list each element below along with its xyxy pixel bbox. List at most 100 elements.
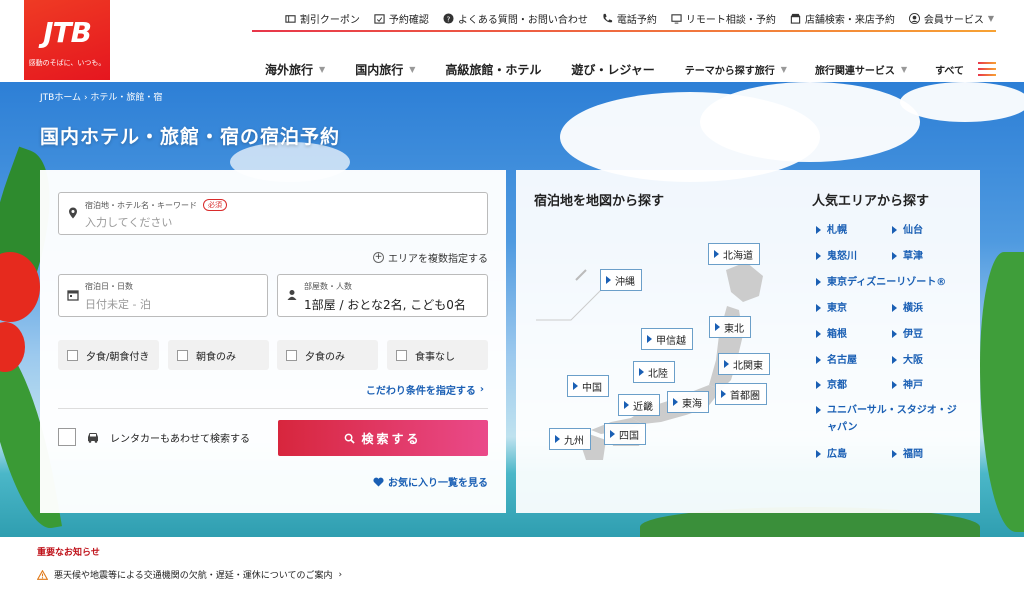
triangle-right-icon bbox=[624, 401, 629, 409]
area-tdr[interactable]: 東京ディズニーリゾート® bbox=[816, 274, 946, 291]
util-phone[interactable]: 電話予約 bbox=[602, 11, 657, 26]
area-izu[interactable]: 伊豆 bbox=[892, 326, 923, 343]
area-osaka[interactable]: 大阪 bbox=[892, 352, 923, 369]
detail-conditions-link[interactable]: こだわり条件を指定する › bbox=[366, 382, 484, 397]
triangle-right-icon bbox=[892, 252, 897, 260]
checkbox[interactable] bbox=[396, 349, 407, 361]
date-field[interactable]: 宿泊日・日数 日付未定 - 泊 bbox=[58, 274, 268, 317]
warning-icon bbox=[37, 569, 48, 580]
region-kinki[interactable]: 近畿 bbox=[618, 394, 660, 416]
util-reservation-check[interactable]: 予約確認 bbox=[374, 11, 429, 26]
destination-field[interactable]: 宿泊地・ホテル名・キーワード 必須 入力してください bbox=[58, 192, 488, 235]
util-member[interactable]: 会員サービス ▼ bbox=[908, 11, 994, 26]
nav-luxury-label: 高級旅館・ホテル bbox=[445, 62, 542, 77]
popular-heading: 人気エリアから探す bbox=[812, 194, 930, 209]
region-koshinetsu[interactable]: 甲信越 bbox=[641, 328, 693, 350]
page-title: 国内ホテル・旅館・宿の宿泊予約 bbox=[40, 126, 341, 148]
multi-area-link[interactable]: + エリアを複数指定する bbox=[373, 250, 488, 265]
meal-option-label: 朝食のみ bbox=[196, 351, 236, 363]
utility-nav: 割引クーポン 予約確認 ? よくある質問・お問い合わせ 電話予約 リモート相談・… bbox=[285, 8, 994, 28]
hamburger-menu-icon bbox=[978, 62, 996, 76]
meal-option-both[interactable]: 夕食/朝食付き bbox=[58, 340, 159, 370]
triangle-right-icon bbox=[892, 330, 897, 338]
checkbox[interactable] bbox=[67, 349, 78, 361]
monitor-icon bbox=[671, 13, 682, 24]
area-kyoto[interactable]: 京都 bbox=[816, 377, 847, 394]
region-hokuriku[interactable]: 北陸 bbox=[633, 361, 675, 383]
search-button[interactable]: 検索する bbox=[278, 420, 488, 456]
region-hokkaido[interactable]: 北海道 bbox=[708, 243, 760, 265]
area-sapporo[interactable]: 札幌 bbox=[816, 222, 847, 239]
checkbox[interactable] bbox=[286, 349, 297, 361]
nav-luxury[interactable]: 高級旅館・ホテル bbox=[445, 61, 541, 78]
notice-item[interactable]: 悪天候や地震等による交通機関の欠航・遅延・運休についてのご案内 › bbox=[37, 568, 342, 581]
nav-leisure[interactable]: 遊び・レジャー bbox=[571, 61, 654, 78]
jtb-logo[interactable]: JTB 感動のそばに、いつも。 bbox=[24, 0, 110, 80]
region-chugoku[interactable]: 中国 bbox=[567, 375, 609, 397]
region-tohoku[interactable]: 東北 bbox=[709, 316, 751, 338]
triangle-right-icon bbox=[816, 278, 821, 286]
triangle-right-icon bbox=[573, 382, 578, 390]
region-label: 九州 bbox=[564, 435, 584, 447]
checkbox[interactable] bbox=[177, 349, 188, 361]
region-shutoken[interactable]: 首都圏 bbox=[715, 383, 767, 405]
area-label: 仙台 bbox=[903, 225, 923, 236]
plus-circle-icon: + bbox=[373, 252, 384, 263]
meal-option-breakfast[interactable]: 朝食のみ bbox=[168, 340, 269, 370]
area-label: ユニバーサル・スタジオ・ジャパン bbox=[827, 405, 957, 433]
triangle-right-icon bbox=[714, 250, 719, 258]
room-guests-field[interactable]: 部屋数・人数 1部屋 / おとな2名, こども0名 bbox=[277, 274, 488, 317]
area-yokohama[interactable]: 横浜 bbox=[892, 300, 923, 317]
triangle-right-icon bbox=[610, 430, 615, 438]
nav-all[interactable]: すべて bbox=[935, 62, 996, 77]
nav-domestic[interactable]: 国内旅行 ▼ bbox=[355, 61, 415, 78]
region-shikoku[interactable]: 四国 bbox=[604, 423, 646, 445]
util-faq[interactable]: ? よくある質問・お問い合わせ bbox=[443, 11, 588, 26]
triangle-right-icon bbox=[816, 406, 821, 414]
favorites-link[interactable]: お気に入り一覧を見る bbox=[373, 474, 488, 489]
area-label: 名古屋 bbox=[827, 355, 857, 366]
meal-option-dinner[interactable]: 夕食のみ bbox=[277, 340, 378, 370]
region-kitakanto[interactable]: 北関東 bbox=[718, 353, 770, 375]
nav-domestic-label: 国内旅行 bbox=[355, 62, 404, 77]
area-sendai[interactable]: 仙台 bbox=[892, 222, 923, 239]
util-faq-label: よくある質問・お問い合わせ bbox=[457, 14, 588, 26]
triangle-right-icon bbox=[892, 356, 897, 364]
breadcrumb-home[interactable]: JTBホーム bbox=[40, 93, 81, 103]
util-remote-label: リモート相談・予約 bbox=[685, 14, 776, 26]
area-kusatsu[interactable]: 草津 bbox=[892, 248, 923, 265]
area-label: 札幌 bbox=[827, 225, 847, 236]
heart-icon bbox=[373, 477, 384, 487]
triangle-right-icon bbox=[892, 226, 897, 234]
phone-icon bbox=[603, 13, 612, 22]
util-coupon[interactable]: 割引クーポン bbox=[285, 11, 360, 26]
rental-car-label: レンタカーもあわせて検索する bbox=[110, 433, 250, 445]
chevron-down-icon: ▼ bbox=[780, 64, 787, 74]
destination-input[interactable]: 入力してください bbox=[85, 214, 172, 230]
area-nagoya[interactable]: 名古屋 bbox=[816, 352, 857, 369]
meal-option-label: 夕食/朝食付き bbox=[86, 351, 150, 363]
area-usj[interactable]: ユニバーサル・スタジオ・ジャパン bbox=[816, 402, 966, 436]
util-remote[interactable]: リモート相談・予約 bbox=[671, 11, 776, 26]
area-label: 草津 bbox=[903, 251, 923, 262]
nav-theme[interactable]: テーマから探す旅行 ▼ bbox=[685, 62, 787, 77]
area-kobe[interactable]: 神戸 bbox=[892, 377, 923, 394]
area-hiroshima[interactable]: 広島 bbox=[816, 446, 847, 463]
util-store[interactable]: 店舗検索・来店予約 bbox=[790, 11, 895, 26]
region-kyushu[interactable]: 九州 bbox=[549, 428, 591, 450]
rental-car-option[interactable]: レンタカーもあわせて検索する bbox=[58, 428, 250, 446]
location-pin-icon bbox=[69, 207, 77, 219]
area-kinugawa[interactable]: 鬼怒川 bbox=[816, 248, 857, 265]
area-tokyo[interactable]: 東京 bbox=[816, 300, 847, 317]
region-label: 近畿 bbox=[633, 401, 653, 413]
nav-services[interactable]: 旅行関連サービス ▼ bbox=[815, 62, 907, 77]
chevron-right-icon: › bbox=[338, 569, 343, 580]
region-tokai[interactable]: 東海 bbox=[667, 391, 709, 413]
nav-overseas[interactable]: 海外旅行 ▼ bbox=[265, 61, 325, 78]
area-hakone[interactable]: 箱根 bbox=[816, 326, 847, 343]
area-fukuoka[interactable]: 福岡 bbox=[892, 446, 923, 463]
meal-option-none[interactable]: 食事なし bbox=[387, 340, 488, 370]
rental-car-checkbox[interactable] bbox=[58, 428, 76, 446]
nav-overseas-label: 海外旅行 bbox=[265, 62, 314, 77]
region-okinawa[interactable]: 沖縄 bbox=[600, 269, 642, 291]
